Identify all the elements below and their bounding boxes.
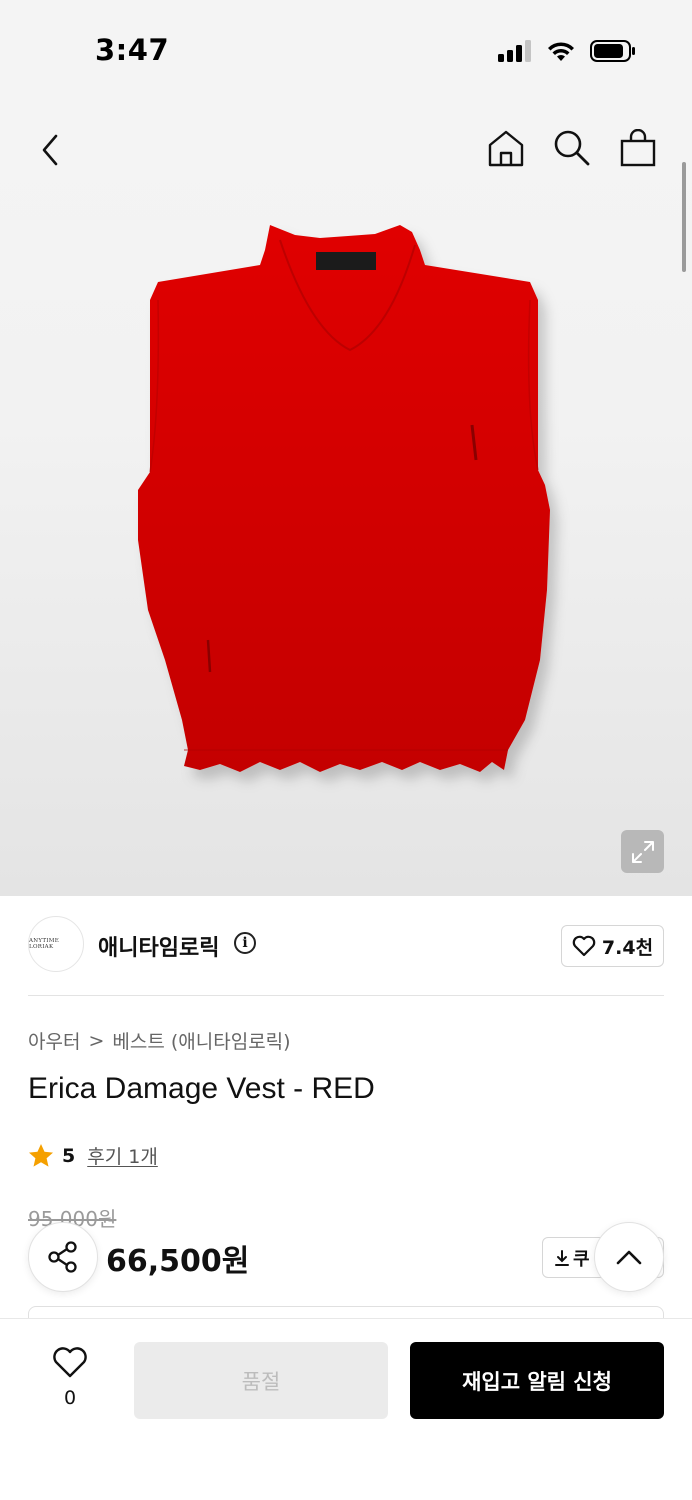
battery-icon [590, 40, 635, 62]
breadcrumb-subcategory[interactable]: 베스트 (애니타임로릭) [112, 1027, 290, 1054]
breadcrumb-category[interactable]: 아우터 [28, 1027, 80, 1054]
sale-price: 66,500원 [106, 1244, 250, 1279]
search-icon [554, 130, 590, 166]
share-icon [48, 1241, 77, 1273]
divider [28, 995, 664, 996]
restock-alert-button[interactable]: 재입고 알림 신청 [410, 1342, 664, 1419]
status-icons [498, 40, 636, 62]
brand-name[interactable]: 애니타임로릭 [98, 930, 219, 962]
home-icon [488, 130, 524, 167]
product-image [138, 225, 550, 772]
chevron-up-icon [616, 1250, 642, 1265]
heart-icon [53, 1347, 87, 1378]
status-time: 3:47 [95, 33, 170, 67]
heart-icon [572, 935, 596, 957]
brand-row[interactable]: ANYTIME LORIAK 애니타임로릭 i 7.4천 [28, 916, 664, 974]
expand-image-button[interactable] [621, 830, 664, 873]
star-icon [29, 1144, 53, 1167]
brand-logo-text: ANYTIME LORIAK [29, 938, 60, 950]
rating-score: 5 [62, 1144, 76, 1167]
reviews-link[interactable]: 후기 1개 [87, 1142, 158, 1169]
status-bar: 3:47 [0, 0, 692, 100]
home-button[interactable] [486, 128, 526, 168]
soldout-button[interactable]: 품절 [134, 1342, 388, 1419]
shopping-bag-icon [620, 129, 656, 167]
bottom-action-bar: 0 품절 재입고 알림 신청 [0, 1318, 692, 1500]
chevron-left-icon [42, 134, 58, 166]
brand-like-button[interactable]: 7.4천 [561, 925, 664, 967]
brand-like-count: 7.4천 [601, 936, 654, 959]
wish-count: 0 [63, 1387, 77, 1409]
download-icon [555, 1249, 569, 1266]
info-icon[interactable]: i [234, 932, 256, 954]
rating-row: 5 후기 1개 [28, 1142, 158, 1169]
share-button[interactable] [28, 1222, 98, 1292]
coupon-label: 쿠 [573, 1248, 590, 1270]
cart-button[interactable] [618, 128, 658, 168]
top-nav [0, 100, 692, 200]
wifi-icon [548, 42, 574, 61]
search-button[interactable] [552, 128, 592, 168]
breadcrumb: 아우터 > 베스트 (애니타임로릭) [28, 1027, 291, 1054]
expand-icon [631, 840, 654, 863]
brand-logo[interactable]: ANYTIME LORIAK [28, 916, 84, 972]
wish-button[interactable]: 0 [40, 1347, 100, 1409]
scroll-top-button[interactable] [594, 1222, 664, 1292]
breadcrumb-separator: > [88, 1029, 105, 1052]
product-title: Erica Damage Vest - RED [28, 1072, 375, 1105]
info-icon-glyph: i [242, 935, 248, 951]
signal-icon [498, 40, 531, 62]
back-button[interactable] [30, 130, 70, 170]
